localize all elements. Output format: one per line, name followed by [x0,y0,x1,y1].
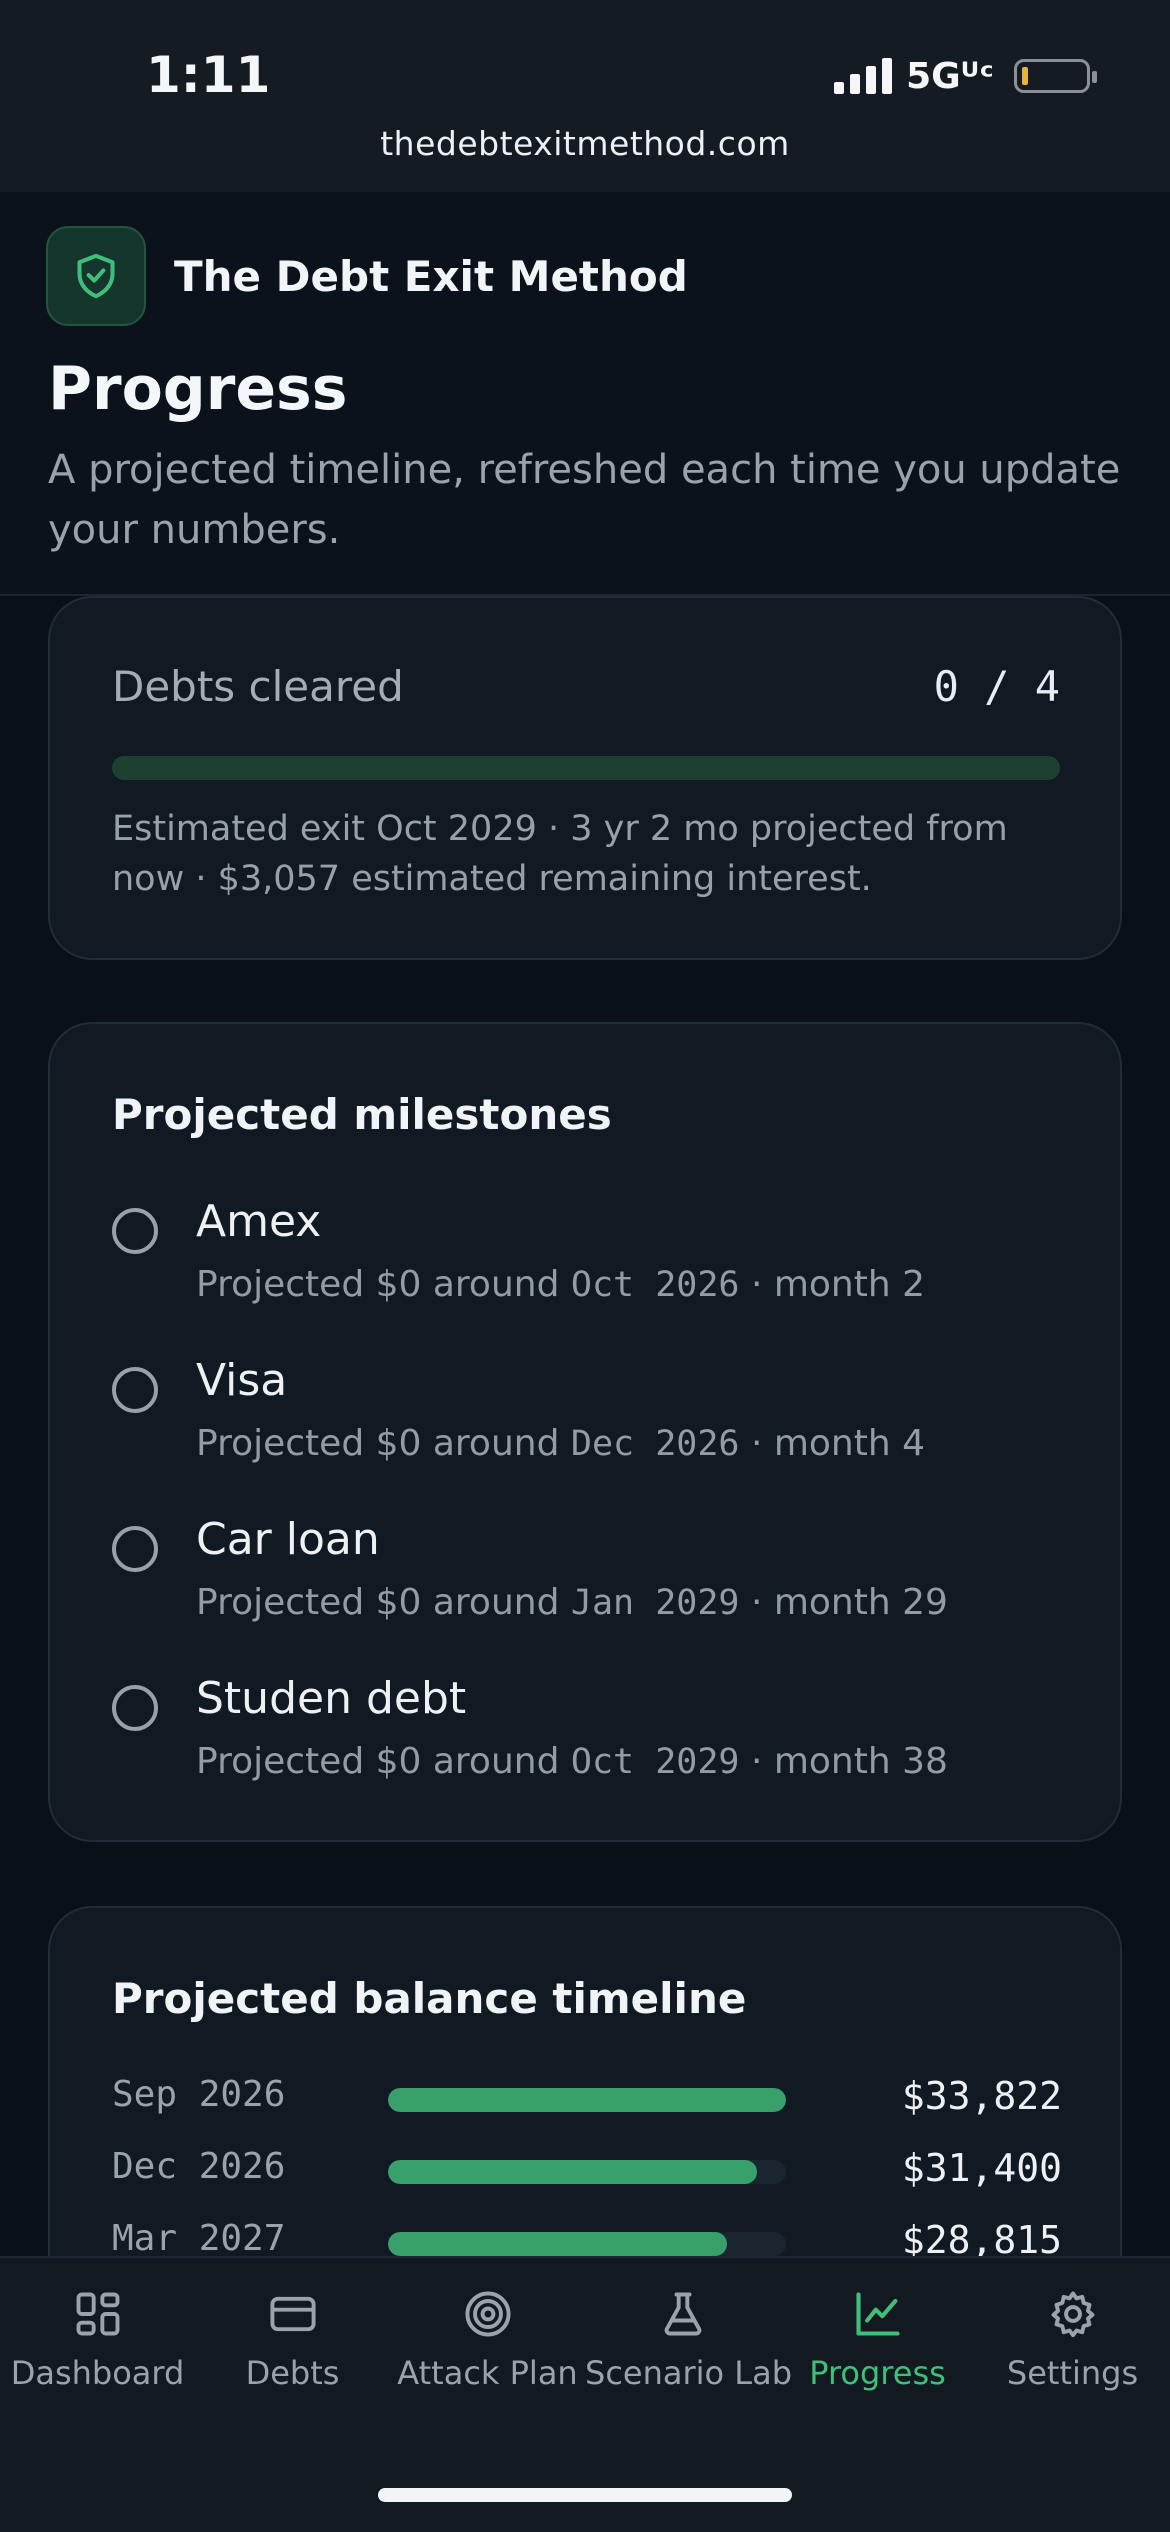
home-indicator[interactable] [378,2488,792,2502]
timeline-bar [388,2232,786,2256]
milestones-title: Projected milestones [112,1090,612,1139]
nav-item-debts[interactable]: Debts [195,2288,390,2408]
milestone-detail: Projected $0 around Jan 2029 · month 29 [196,1582,948,1623]
milestone-item: Studen debt Projected $0 around Oct 2029… [112,1673,1072,1813]
credit-card-icon [269,2296,316,2332]
timeline-date: Sep 2026 [112,2074,286,2115]
timeline-bar [388,2088,786,2112]
nav-label: Dashboard [10,2354,185,2392]
milestone-name: Amex [196,1196,322,1247]
debts-cleared-label: Debts cleared [112,662,404,711]
circle-icon [112,1685,158,1731]
page-title: Progress [48,354,348,424]
gear-icon [1051,2291,1094,2338]
circle-icon [112,1208,158,1254]
timeline-date: Dec 2026 [112,2146,286,2187]
nav-label: Attack Plan [397,2354,578,2392]
network-type: 5Gᵁᶜ [906,55,994,97]
timeline-title: Projected balance timeline [112,1974,747,2023]
nav-label: Settings [1006,2354,1139,2392]
status-bar: 1:11 5Gᵁᶜ thedebtexitmethod.com [0,0,1170,192]
debts-cleared-progress-bar [112,756,1060,780]
debts-cleared-card: Debts cleared 0 / 4 Estimated exit Oct 2… [48,596,1122,960]
target-icon [464,2291,511,2337]
balance-timeline-card: Projected balance timeline Sep 2026 $33,… [48,1906,1122,2306]
debts-cleared-count: 0 / 4 [933,662,1060,711]
app-header: The Debt Exit Method Progress A projecte… [0,192,1170,596]
milestone-item: Amex Projected $0 around Oct 2026 · mont… [112,1196,1072,1336]
nav-label: Scenario Lab [585,2354,793,2392]
milestone-name: Visa [196,1355,288,1406]
nav-item-dashboard[interactable]: Dashboard [0,2288,195,2408]
chart-icon [855,2292,900,2336]
nav-item-progress[interactable]: Progress [780,2288,975,2408]
nav-item-settings[interactable]: Settings [975,2288,1170,2408]
browser-url[interactable]: thedebtexitmethod.com [0,124,1170,163]
nav-label: Debts [245,2354,340,2392]
timeline-bar-fill [388,2088,786,2112]
milestone-detail: Projected $0 around Oct 2029 · month 38 [196,1741,948,1782]
nav-label: Progress [809,2354,946,2392]
signal-icon [834,58,893,94]
brand[interactable]: The Debt Exit Method [46,226,688,326]
timeline-amount: $33,822 [901,2074,1062,2118]
milestone-name: Car loan [196,1514,380,1565]
page-subtitle: A projected timeline, refreshed each tim… [48,447,1121,553]
milestone-detail: Projected $0 around Oct 2026 · month 2 [196,1264,926,1305]
timeline-row: Sep 2026 $33,822 [112,2074,1062,2124]
milestone-detail: Projected $0 around Dec 2026 · month 4 [196,1423,926,1464]
timeline-date: Mar 2027 [112,2218,286,2259]
timeline-bar-fill [388,2232,728,2256]
milestone-name: Studen debt [196,1673,467,1724]
battery-icon [1014,59,1097,93]
timeline-row: Dec 2026 $31,400 [112,2146,1062,2196]
status-indicators: 5Gᵁᶜ [834,55,1097,97]
milestone-item: Visa Projected $0 around Dec 2026 · mont… [112,1355,1072,1495]
flask-icon [664,2292,701,2336]
milestone-item: Car loan Projected $0 around Jan 2029 · … [112,1514,1072,1654]
timeline-bar [388,2160,786,2184]
circle-icon [112,1526,158,1572]
shield-check-icon [46,226,146,326]
circle-icon [112,1367,158,1413]
nav-item-scenario-lab[interactable]: Scenario Lab [585,2288,793,2408]
timeline-amount: $31,400 [901,2146,1062,2190]
brand-name: The Debt Exit Method [174,251,688,301]
dashboard-icon [76,2292,119,2336]
timeline-bar-fill [388,2160,758,2184]
milestones-card: Projected milestones Amex Projected $0 a… [48,1022,1122,1842]
status-time: 1:11 [146,46,271,104]
nav-item-attack-plan[interactable]: Attack Plan [390,2288,585,2408]
estimated-exit-text: Estimated exit Oct 2029 · 3 yr 2 mo proj… [112,809,1008,899]
